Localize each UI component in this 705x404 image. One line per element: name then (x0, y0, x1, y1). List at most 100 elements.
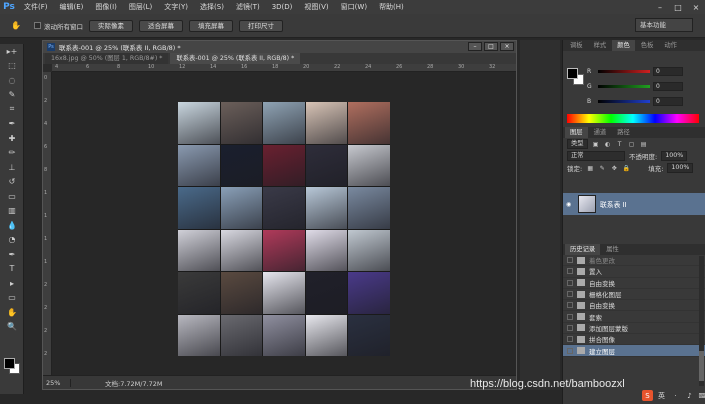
menu-item-1[interactable]: 编辑(E) (54, 0, 90, 14)
history-snapshot-checkbox[interactable] (567, 313, 573, 320)
color-spectrum[interactable] (567, 114, 699, 123)
shape-tool-icon[interactable]: ▭ (0, 291, 24, 306)
maximize-app-button[interactable]: □ (669, 0, 687, 14)
document-size-info[interactable]: 文档:7.72M/7.72M (71, 378, 163, 388)
lock-all-icon[interactable]: 🔒 (622, 164, 630, 172)
history-snapshot-checkbox[interactable] (567, 324, 573, 331)
hand-tool-icon[interactable]: ✋ (4, 18, 28, 33)
color-slider-b[interactable]: B0 (587, 97, 683, 106)
close-button[interactable]: × (500, 42, 514, 51)
history-snapshot-checkbox[interactable] (567, 347, 573, 354)
layer-name[interactable]: 联系表 II (600, 199, 627, 209)
quick-select-tool-icon[interactable]: ✎ (0, 88, 24, 103)
foreground-color-swatch[interactable] (4, 358, 15, 369)
eraser-tool-icon[interactable]: ▭ (0, 189, 24, 204)
menu-item-5[interactable]: 选择(S) (194, 0, 230, 14)
history-item[interactable]: 着色更改 (563, 255, 705, 267)
menu-item-0[interactable]: 文件(F) (18, 0, 54, 14)
crop-tool-icon[interactable]: ⌗ (0, 102, 24, 117)
history-item[interactable]: 拼合图像 (563, 334, 705, 346)
history-scrollbar[interactable] (699, 256, 704, 386)
history-panel-tab-0[interactable]: 历史记录 (565, 244, 601, 255)
slider-track[interactable] (598, 70, 650, 73)
history-panel-tab-1[interactable]: 属性 (601, 244, 624, 255)
blend-mode-select[interactable]: 正常 (567, 151, 625, 161)
ime-icon-1[interactable]: 英 (656, 390, 667, 401)
color-panel-tab-4[interactable]: 动作 (659, 40, 682, 51)
history-item[interactable]: 建立图层 (563, 345, 705, 357)
layers-panel-tab-0[interactable]: 图层 (565, 127, 588, 138)
type-tool-icon[interactable]: T (0, 262, 24, 277)
scroll-thumb[interactable] (699, 351, 704, 381)
lock-transparent-icon[interactable]: ▦ (586, 164, 594, 172)
menu-item-7[interactable]: 3D(D) (266, 0, 299, 14)
fit-screen-button[interactable]: 适合屏幕 (139, 19, 183, 32)
heal-tool-icon[interactable]: ✚ (0, 131, 24, 146)
minimize-button[interactable]: – (468, 42, 482, 51)
document-tab-0[interactable]: 16x8.jpg @ 50% (图层 1, RGB/8#) * (45, 53, 169, 64)
fill-screen-button[interactable]: 填充屏幕 (189, 19, 233, 32)
history-snapshot-checkbox[interactable] (567, 336, 573, 343)
pixel-filter-icon[interactable]: ▣ (592, 140, 600, 148)
marquee-tool-icon[interactable]: ⬚ (0, 59, 24, 74)
move-tool-icon[interactable]: ▸+ (0, 44, 24, 59)
zoom-level[interactable]: 25% (43, 378, 71, 387)
brush-tool-icon[interactable]: ✏ (0, 146, 24, 161)
stamp-tool-icon[interactable]: ⊥ (0, 160, 24, 175)
shape-filter-icon[interactable]: ▢ (628, 140, 636, 148)
menu-item-4[interactable]: 文字(Y) (158, 0, 194, 14)
slider-track[interactable] (598, 100, 650, 103)
color-panel-tab-2[interactable]: 颜色 (612, 40, 635, 51)
history-item[interactable]: 自由变换 (563, 278, 705, 289)
history-snapshot-checkbox[interactable] (567, 257, 573, 264)
eye-icon[interactable]: ◉ (566, 201, 574, 208)
contact-sheet-image[interactable] (178, 102, 390, 356)
horizontal-ruler[interactable]: 4 6 8 10 12 14 16 18 20 22 24 26 28 30 32 (52, 64, 516, 72)
adjust-filter-icon[interactable]: ◐ (604, 140, 612, 148)
close-app-button[interactable]: × (687, 0, 705, 14)
print-size-button[interactable]: 打印尺寸 (239, 19, 283, 32)
document-tab-1[interactable]: 联系表-001 @ 25% (联系表 II, RGB/8) * (170, 53, 301, 64)
menu-item-3[interactable]: 图层(L) (123, 0, 158, 14)
gradient-tool-icon[interactable]: ▥ (0, 204, 24, 219)
history-item[interactable]: 栅格化图层 (563, 289, 705, 301)
history-snapshot-checkbox[interactable] (567, 302, 573, 309)
color-slider-r[interactable]: R0 (587, 67, 683, 76)
menu-item-8[interactable]: 视图(V) (298, 0, 334, 14)
ime-icon-2[interactable]: · (670, 390, 681, 401)
workspace-select[interactable]: 基本功能 (635, 18, 693, 32)
history-item[interactable]: 套索 (563, 311, 705, 323)
hand-tool-icon[interactable]: ✋ (0, 305, 24, 320)
actual-pixels-button[interactable]: 实际像素 (89, 19, 133, 32)
history-item[interactable]: 添加图层蒙版 (563, 323, 705, 335)
history-snapshot-checkbox[interactable] (567, 291, 573, 298)
layer-kind-select[interactable]: 类型 (567, 139, 588, 149)
color-swatches[interactable] (4, 358, 20, 374)
dodge-tool-icon[interactable]: ◔ (0, 233, 24, 248)
layers-panel-tab-2[interactable]: 路径 (612, 127, 635, 138)
color-panel-tab-1[interactable]: 样式 (589, 40, 612, 51)
ime-icon-4[interactable]: ⌨ (698, 390, 705, 401)
slider-value-field[interactable]: 0 (653, 82, 683, 91)
minimize-app-button[interactable]: – (651, 0, 669, 14)
history-item[interactable]: 自由变换 (563, 300, 705, 312)
menu-item-9[interactable]: 窗口(W) (335, 0, 373, 14)
history-brush-tool-icon[interactable]: ↺ (0, 175, 24, 190)
panel-foreground-swatch[interactable] (567, 68, 578, 79)
color-panel-tab-0[interactable]: 调板 (565, 40, 588, 51)
ime-icon-0[interactable]: S (642, 390, 653, 401)
color-panel-tab-3[interactable]: 色板 (636, 40, 659, 51)
path-select-tool-icon[interactable]: ▸ (0, 276, 24, 291)
scroll-all-windows-checkbox[interactable]: 滚动所有窗口 (34, 21, 83, 31)
layers-panel-tab-1[interactable]: 通道 (589, 127, 612, 138)
type-filter-icon[interactable]: T (616, 140, 624, 148)
ime-icon-3[interactable]: ♪ (684, 390, 695, 401)
menu-item-6[interactable]: 滤镜(T) (230, 0, 266, 14)
history-snapshot-checkbox[interactable] (567, 268, 573, 275)
maximize-button[interactable]: □ (484, 42, 498, 51)
eyedropper-tool-icon[interactable]: ✒ (0, 117, 24, 132)
smart-filter-icon[interactable]: ▤ (640, 140, 648, 148)
menu-item-10[interactable]: 帮助(H) (373, 0, 410, 14)
blur-tool-icon[interactable]: 💧 (0, 218, 24, 233)
lock-image-icon[interactable]: ✎ (598, 164, 606, 172)
